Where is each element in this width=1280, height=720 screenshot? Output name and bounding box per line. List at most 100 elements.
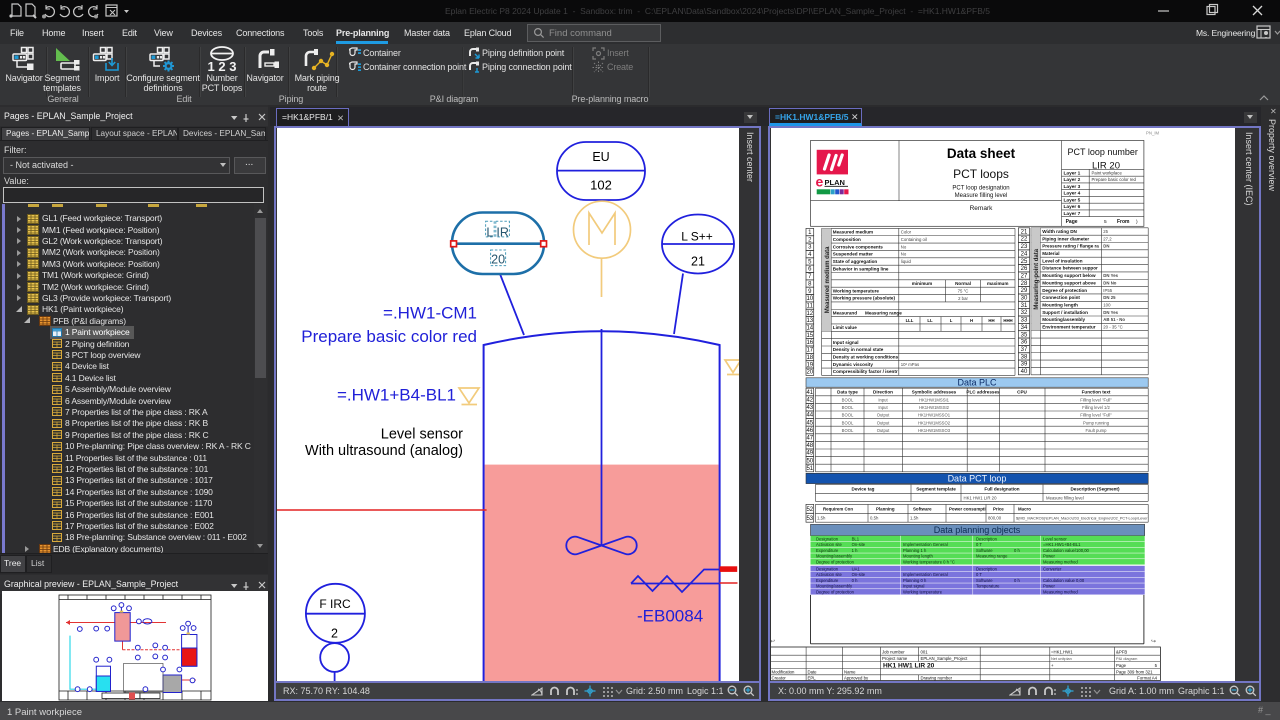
svg-text:Compressibility factor / isent: Compressibility factor / isentr [833,369,898,374]
svg-text:Input signal: Input signal [833,340,859,345]
svg-text:50: 50 [806,458,813,464]
svg-text:6: 6 [808,267,812,273]
svg-text:↩: ↩ [771,639,775,645]
svg-text:DN Yes: DN Yes [1103,310,1118,315]
svg-text:Project name: Project name [882,656,908,661]
svg-text:5: 5 [808,259,812,265]
svg-text:10: 10 [806,296,813,302]
svg-text:EU: EU [592,150,609,164]
svg-text:30: 30 [1021,296,1028,302]
svg-text:0 T: 0 T [976,572,982,577]
svg-text:Page: Page [1116,663,1127,668]
svg-text:1,5h: 1,5h [817,516,826,521]
svg-text:Data planning objects: Data planning objects [934,525,1021,535]
svg-text:Layer 7: Layer 7 [1064,211,1081,217]
svg-text:Temperature: Temperature [976,584,1000,589]
svg-text:Direction: Direction [873,390,893,395]
svg-text:Mounting length: Mounting length [903,554,933,559]
svg-text:Dynamic viscosity: Dynamic viscosity [833,362,874,367]
svg-text:Designation: Designation [816,566,839,571]
svg-text:Degree of protection: Degree of protection [816,589,855,594]
svg-text:11: 11 [807,303,814,309]
svg-text:PLAN: PLAN [825,178,845,187]
svg-text:0,5h: 0,5h [870,516,879,521]
svg-text:Measuring-point data: Measuring-point data [1034,248,1040,309]
svg-text:Power: Power [1043,584,1055,589]
svg-text:24: 24 [1021,251,1028,257]
svg-text:16: 16 [806,340,813,346]
svg-text:PCT loops: PCT loops [953,167,1009,181]
svg-text:Measured medium: Measured medium [833,230,873,235]
svg-text:Full designation: Full designation [984,486,1019,491]
svg-text:75 °C: 75 °C [958,289,969,294]
svg-text:$(MD_MACROS)\EPLAN_Macro\203_E: $(MD_MACROS)\EPLAN_Macro\203_Electrical_… [1016,517,1148,521]
svg-text:Paint workplace: Paint workplace [1092,170,1123,175]
svg-text:BOOL: BOOL [842,413,854,418]
svg-text:Measure filling level: Measure filling level [1046,495,1084,500]
svg-text:Calculation value 0,00: Calculation value 0,00 [1043,578,1085,583]
svg-text:Segment template: Segment template [916,486,956,491]
svg-text:+: + [1051,663,1054,668]
svg-text:13: 13 [806,318,813,324]
svg-text:Data sheet: Data sheet [947,146,1016,161]
svg-text:Description: Description [976,566,998,571]
svg-text:Degree of protection: Degree of protection [816,559,855,564]
svg-text:=HK1.HW1: =HK1.HW1 [1051,649,1073,654]
svg-text:17: 17 [806,348,813,354]
svg-text:34: 34 [1021,325,1028,331]
svg-text:IR: IR [496,225,509,239]
svg-text:Prepare basic color red: Prepare basic color red [1092,177,1137,182]
svg-text:Density at working conditions: Density at working conditions [833,355,899,360]
svg-text:9: 9 [808,289,812,295]
svg-text:-EB0084: -EB0084 [637,607,703,626]
svg-text:Layer 3: Layer 3 [1064,184,1081,190]
svg-text:=HK1.HW1+B4-BL1: =HK1.HW1+B4-BL1 [1043,542,1081,547]
svg-text:Date: Date [808,669,818,674]
svg-text:0 T: 0 T [976,542,982,547]
svg-text:Function text: Function text [1082,390,1111,395]
svg-text:DN No: DN No [1103,280,1117,285]
svg-text:14: 14 [806,326,813,332]
svg-text:Price: Price [993,507,1004,512]
svg-text:51: 51 [806,466,813,472]
svg-text:BOOL: BOOL [842,428,854,433]
svg-text:Mounting/assembly: Mounting/assembly [816,554,853,559]
svg-text:e: e [816,174,824,190]
svg-text:DN Yes: DN Yes [1103,273,1118,278]
svg-text:Page: Page [1066,219,1078,225]
svg-text:39: 39 [1021,362,1028,368]
svg-text:Layer 6: Layer 6 [1064,204,1081,210]
svg-text:5: 5 [1155,663,1158,668]
svg-text:40: 40 [1021,369,1028,375]
svg-text:Mounting length: Mounting length [1042,302,1078,307]
svg-text:26: 26 [1021,266,1028,272]
svg-text:Output: Output [877,428,890,433]
svg-text:On-site: On-site [852,542,866,547]
svg-text:HHH: HHH [1003,318,1012,323]
svg-text:Corrosive components: Corrosive components [833,244,883,249]
svg-text:Layer 1: Layer 1 [1064,170,1081,176]
svg-text:3: 3 [808,245,812,251]
svg-text:Mounting/assembly: Mounting/assembly [816,584,853,589]
svg-text:Filling level "Full": Filling level "Full" [1080,398,1112,403]
svg-text:53: 53 [806,516,813,522]
svg-text:IP55: IP55 [1103,288,1112,293]
svg-text:Width rating DN: Width rating DN [1042,229,1077,234]
svg-text:Distance between suppor: Distance between suppor [1042,266,1098,271]
svg-text:&PFB: &PFB [1116,649,1127,654]
svg-text:Format A4: Format A4 [1137,676,1157,681]
svg-text:31: 31 [1021,303,1028,309]
svg-text:23: 23 [1021,244,1028,250]
svg-text:LLL: LLL [906,318,914,323]
svg-text:19: 19 [806,362,813,368]
svg-text:Environment temperatur: Environment temperatur [1042,325,1096,330]
svg-text:Output: Output [877,413,890,418]
svg-text:BOOL: BOOL [842,398,854,403]
svg-text:Requirem Con: Requirem Con [823,507,853,512]
svg-text:Level sensor: Level sensor [1043,536,1067,541]
svg-text:Data PLC: Data PLC [957,377,997,387]
svg-text:↪: ↪ [1151,639,1156,645]
svg-text:21: 21 [1021,229,1028,235]
svg-text:): ) [1136,219,1138,225]
svg-text:Software: Software [976,578,993,583]
